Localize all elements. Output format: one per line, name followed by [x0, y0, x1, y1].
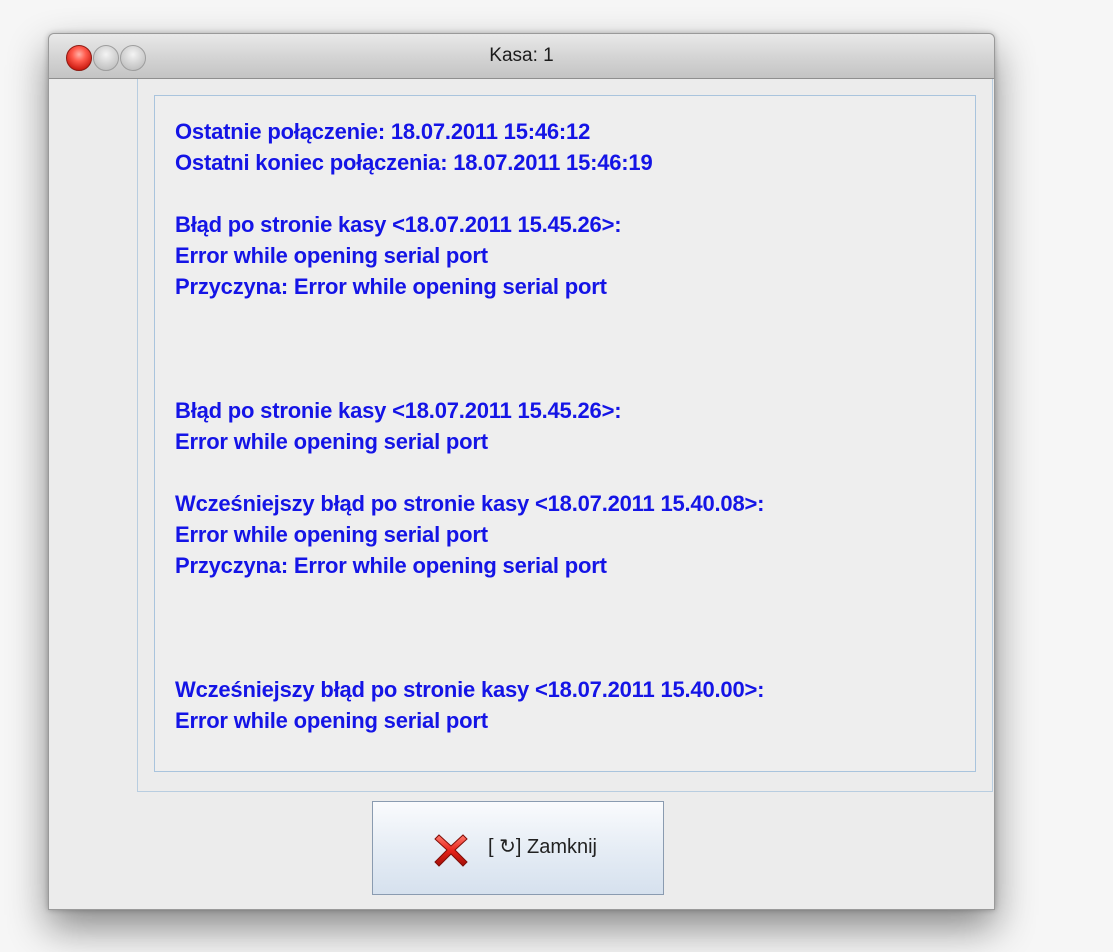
message-line	[175, 302, 965, 333]
message-list: Ostatnie połączenie: 18.07.2011 15:46:12…	[175, 116, 965, 736]
message-line: Error while opening serial port	[175, 243, 488, 268]
title-bar[interactable]: Kasa: 1	[49, 34, 994, 79]
message-line	[175, 364, 965, 395]
message-line: Przyczyna: Error while opening serial po…	[175, 274, 607, 299]
close-dialog-button[interactable]: [ ↻] Zamknij	[372, 801, 664, 895]
message-line: Przyczyna: Error while opening serial po…	[175, 553, 607, 578]
message-line: Ostatni koniec połączenia: 18.07.2011 15…	[175, 150, 653, 175]
message-line	[175, 178, 965, 209]
message-line	[175, 612, 965, 643]
message-line	[175, 643, 965, 674]
message-line: Błąd po stronie kasy <18.07.2011 15.45.2…	[175, 398, 622, 423]
close-button-label: [ ↻] Zamknij	[488, 836, 597, 858]
message-text-area[interactable]: Ostatnie połączenie: 18.07.2011 15:46:12…	[154, 95, 976, 772]
message-line	[175, 333, 965, 364]
message-line	[175, 581, 965, 612]
message-line: Wcześniejszy błąd po stronie kasy <18.07…	[175, 677, 765, 702]
message-line	[175, 457, 965, 488]
message-line: Error while opening serial port	[175, 522, 488, 547]
message-line: Błąd po stronie kasy <18.07.2011 15.45.2…	[175, 212, 622, 237]
message-line: Error while opening serial port	[175, 708, 488, 733]
window-title: Kasa: 1	[489, 45, 554, 66]
dialog-window: Kasa: 1 Ostatnie połączenie: 18.07.2011 …	[48, 33, 995, 910]
message-line: Error while opening serial port	[175, 429, 488, 454]
message-line: Ostatnie połączenie: 18.07.2011 15:46:12	[175, 119, 591, 144]
red-x-icon	[434, 834, 468, 867]
message-line: Wcześniejszy błąd po stronie kasy <18.07…	[175, 491, 765, 516]
